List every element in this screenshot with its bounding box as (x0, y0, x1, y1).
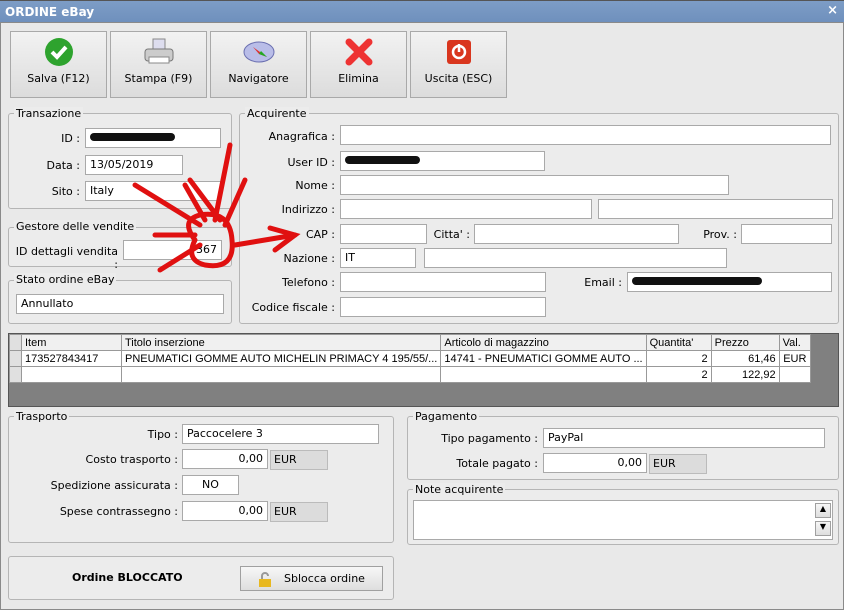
items-table: Item Titolo inserzione Articolo di magaz… (9, 334, 812, 383)
telefono-field[interactable] (340, 272, 546, 292)
cell-prezzo[interactable]: 61,46 (710, 350, 780, 367)
indirizzo2-field[interactable] (598, 199, 833, 219)
trasporto-title: Trasporto (14, 410, 70, 423)
sito-label: Sito : (51, 185, 80, 198)
exit-button[interactable]: Uscita (ESC) (410, 31, 507, 98)
cell-articolo[interactable]: 14741 - PNEUMATICI GOMME AUTO ... (440, 350, 647, 367)
x-icon (311, 32, 406, 72)
contrassegno-label: Spese contrassegno : (59, 505, 178, 518)
acquirente-title: Acquirente (245, 107, 309, 120)
window-title: ORDINE eBay (5, 5, 95, 19)
compass-icon (211, 32, 306, 72)
exit-label: Uscita (ESC) (424, 72, 493, 85)
printer-icon (111, 32, 206, 72)
stato-field[interactable]: Annullato (16, 294, 224, 314)
total-quantita: 2 (645, 366, 712, 383)
stato-title: Stato ordine eBay (14, 273, 117, 286)
tipo-pagamento-label: Tipo pagamento : (441, 432, 538, 445)
citta-label: Citta' : (433, 228, 470, 241)
navigator-label: Navigatore (228, 72, 289, 85)
red-scribble-annotation (132, 142, 301, 273)
row-indicator (9, 334, 22, 351)
check-icon (11, 32, 106, 72)
sblocca-ordine-button[interactable]: Sblocca ordine (240, 566, 383, 591)
ordine-bloccato-label: Ordine BLOCCATO (72, 571, 183, 584)
row-indicator (9, 350, 22, 367)
scroll-down-button[interactable]: ▼ (815, 521, 831, 536)
prov-field[interactable] (741, 224, 832, 244)
totale-label: Totale pagato : (456, 457, 538, 470)
empty-cell (120, 366, 442, 383)
cf-label: Codice fiscale : (251, 301, 335, 314)
contrassegno-currency: EUR (270, 502, 328, 522)
prov-label: Prov. : (703, 228, 737, 241)
title-bar: ORDINE eBay (0, 0, 844, 22)
tipo-trasporto-field[interactable]: Paccocelere 3 (182, 424, 379, 444)
lock-icon (259, 571, 272, 587)
save-label: Salva (F12) (27, 72, 90, 85)
costo-field[interactable]: 0,00 (182, 449, 268, 469)
tipo-pagamento-field[interactable]: PayPal (543, 428, 825, 448)
col-item[interactable]: Item (21, 334, 122, 351)
id-label: ID : (61, 132, 80, 145)
contrassegno-field[interactable]: 0,00 (182, 501, 268, 521)
empty-cell (778, 366, 812, 383)
email-label: Email : (584, 276, 622, 289)
total-prezzo: 122,92 (710, 366, 780, 383)
cell-val[interactable]: EUR (778, 350, 812, 367)
save-button[interactable]: Salva (F12) (10, 31, 107, 98)
navigator-button[interactable]: Navigatore (210, 31, 307, 98)
empty-cell (440, 366, 647, 383)
row-indicator (9, 366, 22, 383)
cap-field[interactable] (340, 224, 427, 244)
power-icon (411, 32, 506, 72)
note-textarea[interactable] (413, 500, 833, 540)
col-articolo[interactable]: Articolo di magazzino (440, 334, 647, 351)
tipo-trasporto-label: Tipo : (147, 428, 178, 441)
id-vendita-label: ID dettagli vendita : (15, 245, 118, 271)
scroll-up-button[interactable]: ▲ (815, 503, 831, 518)
empty-cell (21, 366, 122, 383)
cell-titolo[interactable]: PNEUMATICI GOMME AUTO MICHELIN PRIMACY 4… (120, 350, 442, 367)
delete-button[interactable]: Elimina (310, 31, 407, 98)
nome-field[interactable] (340, 175, 729, 195)
totals-row: 2 122,92 (9, 366, 812, 383)
totale-field[interactable]: 0,00 (543, 453, 647, 473)
spedizione-field[interactable]: NO (182, 475, 239, 495)
col-quantita[interactable]: Quantita' (645, 334, 712, 351)
email-field[interactable] (627, 272, 832, 292)
note-title: Note acquirente (413, 483, 506, 496)
data-label: Data : (46, 159, 80, 172)
nazione2-field[interactable] (424, 248, 727, 268)
cell-item[interactable]: 173527843417 (21, 350, 122, 367)
print-label: Stampa (F9) (124, 72, 193, 85)
costo-currency: EUR (270, 450, 328, 470)
col-titolo[interactable]: Titolo inserzione (120, 334, 442, 351)
cf-field[interactable] (340, 297, 546, 317)
anagrafica-field[interactable] (340, 125, 831, 145)
citta-field[interactable] (474, 224, 679, 244)
print-button[interactable]: Stampa (F9) (110, 31, 207, 98)
cell-quantita[interactable]: 2 (645, 350, 712, 367)
delete-label: Elimina (338, 72, 379, 85)
gestore-title: Gestore delle vendite (14, 220, 137, 233)
costo-label: Costo trasporto : (85, 453, 178, 466)
close-button[interactable]: × (827, 3, 838, 18)
col-prezzo[interactable]: Prezzo (710, 334, 780, 351)
sblocca-label: Sblocca ordine (284, 572, 365, 585)
transazione-title: Transazione (14, 107, 84, 120)
totale-currency: EUR (649, 454, 707, 474)
pagamento-title: Pagamento (413, 410, 480, 423)
col-val[interactable]: Val. (778, 334, 812, 351)
indirizzo-field[interactable] (340, 199, 592, 219)
spedizione-label: Spedizione assicurata : (50, 479, 178, 492)
table-row[interactable]: 173527843417 PNEUMATICI GOMME AUTO MICHE… (9, 350, 812, 367)
userid-field[interactable] (340, 151, 545, 171)
nazione-field[interactable]: IT (340, 248, 416, 268)
table-header: Item Titolo inserzione Articolo di magaz… (9, 334, 812, 351)
items-grid: Item Titolo inserzione Articolo di magaz… (8, 333, 839, 407)
